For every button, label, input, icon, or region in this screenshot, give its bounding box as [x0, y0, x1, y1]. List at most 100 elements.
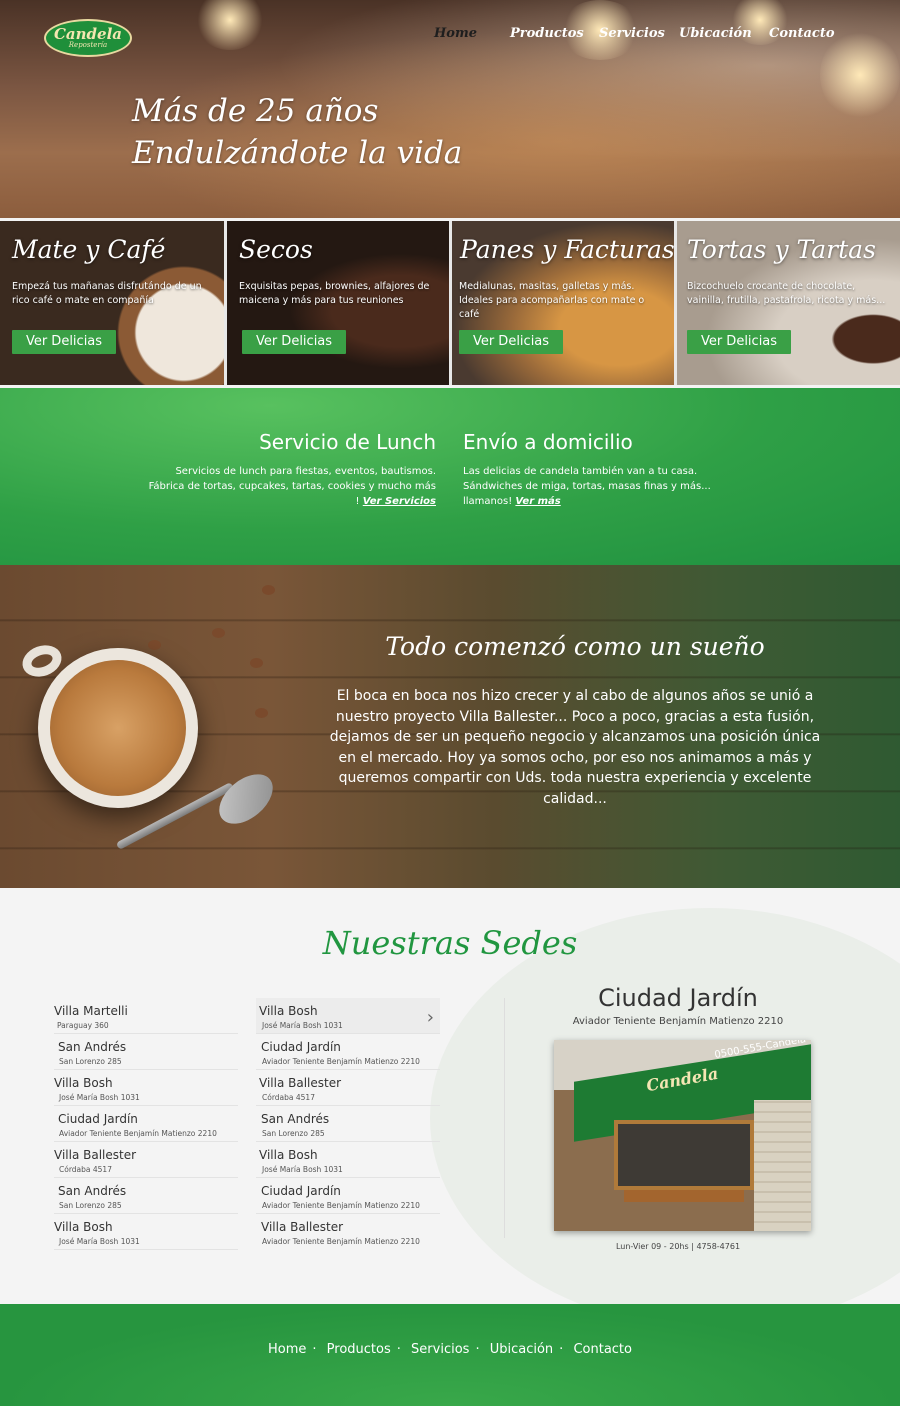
nav-ubicacion[interactable]: Ubicación	[679, 26, 752, 41]
sede-name: Villa Ballester	[54, 1148, 137, 1162]
card-mate-cafe[interactable]: Mate y Café Empezá tus mañanas disfrután…	[0, 221, 227, 385]
coffee-bean	[250, 658, 263, 668]
sede-address: San Lorenzo 285	[59, 1201, 122, 1210]
story-text: El boca en boca nos hizo crecer y al cab…	[329, 688, 821, 807]
sede-item[interactable]: Villa Ballester Aviador Teniente Benjamín…	[256, 1214, 440, 1250]
sede-address: José María Bosh 1031	[59, 1093, 140, 1102]
nav-servicios[interactable]: Servicios	[599, 26, 665, 41]
sede-item[interactable]: Villa Bosh José María Bosh 1031 ›	[256, 998, 440, 1034]
card-text: Medialunas, masitas, galletas y más. Ide…	[459, 281, 645, 320]
hero-banner: Candela Repostería Home Productos Servic…	[0, 0, 900, 218]
coffee-bean	[262, 585, 275, 595]
nav-productos[interactable]: Productos	[510, 26, 584, 41]
sede-name: Villa Bosh	[54, 1220, 113, 1234]
sede-item[interactable]: San Andrés San Lorenzo 285	[256, 1106, 440, 1142]
photo-table	[624, 1190, 744, 1202]
ver-delicias-button[interactable]: Ver Delicias	[687, 330, 791, 354]
footer-link-productos[interactable]: Productos	[327, 1342, 391, 1357]
product-cards: Mate y Café Empezá tus mañanas disfrután…	[0, 221, 900, 385]
footer-link-servicios[interactable]: Servicios	[411, 1342, 469, 1357]
coffee-bean	[255, 708, 268, 718]
footer-link-ubicacion[interactable]: Ubicación	[490, 1342, 553, 1357]
card-text: Exquisitas pepas, brownies, alfajores de…	[239, 281, 430, 306]
card-text: Bizcochuelo crocante de chocolate, vaini…	[687, 281, 886, 306]
sede-address: José María Bosh 1031	[262, 1165, 343, 1174]
sedes-section: Nuestras Sedes Villa Martelli Paraguay 36…	[0, 888, 900, 1304]
sede-item[interactable]: Villa Bosh José María Bosh 1031	[256, 1142, 440, 1178]
sede-item[interactable]: Ciudad Jardín Aviador Teniente Benjamín M…	[54, 1106, 238, 1142]
column-divider	[504, 998, 505, 1238]
card-tortas-tartas[interactable]: Tortas y Tartas Bizcochuelo crocante de …	[677, 221, 900, 385]
nav-contacto[interactable]: Contacto	[769, 26, 835, 41]
sede-item[interactable]: San Andrés San Lorenzo 285	[54, 1178, 238, 1214]
ver-delicias-button[interactable]: Ver Delicias	[12, 330, 116, 354]
sede-item[interactable]: Villa Bosh José María Bosh 1031	[54, 1214, 238, 1250]
sede-storefront-photo: Candela 0500-555-Candela	[554, 1040, 811, 1231]
sede-item[interactable]: Ciudad Jardín Aviador Teniente Benjamín M…	[256, 1178, 440, 1214]
sedes-list-column-1: Villa Martelli Paraguay 360 San Andrés San…	[54, 998, 238, 1250]
card-panes-facturas[interactable]: Panes y Facturas Medialunas, masitas, ga…	[452, 221, 677, 385]
footer-separator: ·	[559, 1342, 564, 1357]
selected-sede-hours: Lun-Vier 09 - 20hs | 4758-4761	[615, 1242, 741, 1251]
hero-title: Más de 25 años Endulzándote la vida	[132, 90, 462, 174]
sede-name: Villa Ballester	[259, 1076, 342, 1090]
sede-address: José María Bosh 1031	[262, 1021, 343, 1030]
sedes-list-column-2: Villa Bosh José María Bosh 1031 › Ciudad J…	[256, 998, 440, 1250]
sede-name: Villa Bosh	[54, 1076, 113, 1090]
coffee-surface	[50, 660, 186, 796]
sede-name: San Andrés	[261, 1112, 330, 1126]
coffee-bean	[148, 640, 161, 650]
sede-item[interactable]: Villa Martelli Paraguay 360	[54, 998, 238, 1034]
sede-address: Aviador Teniente Benjamín Matienzo 2210	[59, 1129, 217, 1138]
sede-address: San Lorenzo 285	[262, 1129, 325, 1138]
sede-address: Paraguay 360	[57, 1021, 109, 1030]
sede-item[interactable]: Ciudad Jardín Aviador Teniente Benjamín M…	[256, 1034, 440, 1070]
service-title: Envío a domicilio	[463, 430, 633, 454]
sede-address: José María Bosh 1031	[59, 1237, 140, 1246]
service-envio: Envío a domicilio Las delicias de candel…	[463, 430, 753, 509]
card-secos[interactable]: Secos Exquisitas pepas, brownies, alfajo…	[227, 221, 452, 385]
sedes-title: Nuestras Sedes	[322, 924, 578, 962]
sede-item[interactable]: Villa Ballester Córdaba 4517	[54, 1142, 238, 1178]
footer-link-contacto[interactable]: Contacto	[573, 1342, 632, 1357]
ver-servicios-link[interactable]: Ver Servicios	[363, 496, 436, 507]
sede-item[interactable]: San Andrés San Lorenzo 285	[54, 1034, 238, 1070]
ver-mas-link[interactable]: Ver más	[515, 496, 560, 507]
card-text: Empezá tus mañanas disfrutándo de un ric…	[12, 281, 202, 306]
sede-name: Villa Ballester	[261, 1220, 344, 1234]
sede-name: Ciudad Jardín	[261, 1040, 341, 1054]
footer-link-home[interactable]: Home	[268, 1342, 306, 1357]
chevron-right-icon[interactable]: ›	[427, 1007, 434, 1028]
sede-name: Ciudad Jardín	[261, 1184, 341, 1198]
story-title: Todo comenzó como un sueño	[385, 632, 765, 661]
nav-home[interactable]: Home	[434, 26, 477, 41]
hero-line-1: Más de 25 años	[132, 93, 379, 129]
footer: Home · Productos · Servicios · Ubicación · C…	[0, 1304, 900, 1406]
services-section: Servicio de Lunch Servicios de lunch par…	[0, 388, 900, 565]
sede-item[interactable]: Villa Ballester Córdaba 4517	[256, 1070, 440, 1106]
selected-sede-title: Ciudad Jardín	[598, 984, 758, 1012]
sede-address: Aviador Teniente Benjamín Matienzo 2210	[262, 1057, 420, 1066]
hero-line-2: Endulzándote la vida	[132, 135, 463, 171]
service-title: Servicio de Lunch	[259, 430, 436, 454]
sede-address: Córdaba 4517	[262, 1093, 315, 1102]
ver-delicias-button[interactable]: Ver Delicias	[459, 330, 563, 354]
card-title: Tortas y Tartas	[687, 235, 876, 264]
footer-nav: Home · Productos · Servicios · Ubicación · C…	[0, 1342, 900, 1357]
photo-stone-wall	[754, 1100, 811, 1231]
sede-name: San Andrés	[58, 1040, 127, 1054]
sede-name: San Andrés	[58, 1184, 127, 1198]
card-title: Secos	[239, 235, 313, 264]
service-lunch: Servicio de Lunch Servicios de lunch par…	[146, 430, 436, 509]
footer-separator: ·	[475, 1342, 480, 1357]
service-text: Las delicias de candela también van a tu…	[463, 466, 711, 507]
selected-sede-address: Aviador Teniente Benjamín Matienzo 2210	[572, 1016, 784, 1027]
main-nav: Home Productos Servicios Ubicación Conta…	[0, 26, 900, 46]
sede-address: Aviador Teniente Benjamín Matienzo 2210	[262, 1237, 420, 1246]
card-title: Mate y Café	[12, 235, 166, 264]
coffee-mug-image	[18, 640, 198, 808]
ver-delicias-button[interactable]: Ver Delicias	[242, 330, 346, 354]
coffee-bean	[212, 628, 225, 638]
footer-separator: ·	[312, 1342, 317, 1357]
sede-item[interactable]: Villa Bosh José María Bosh 1031	[54, 1070, 238, 1106]
